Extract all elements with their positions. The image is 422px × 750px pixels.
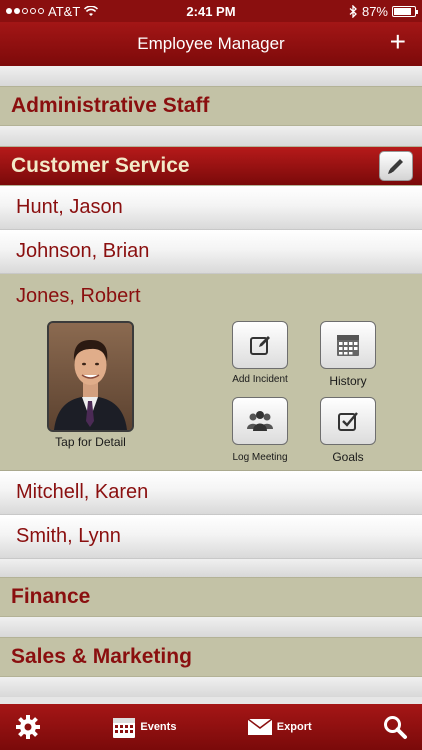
- log-meeting-button[interactable]: [232, 397, 288, 445]
- signal-icon: [6, 8, 44, 14]
- checkbox-icon: [338, 412, 358, 431]
- employee-name: Smith, Lynn: [16, 525, 121, 547]
- employee-name: Johnson, Brian: [16, 240, 150, 262]
- events-tab[interactable]: Events: [112, 715, 176, 739]
- export-label: Export: [276, 721, 312, 733]
- employee-name: Mitchell, Karen: [16, 481, 149, 503]
- section-label: Customer Service: [11, 154, 190, 177]
- employee-name: Hunt, Jason: [16, 196, 123, 218]
- employee-row-jones-robert[interactable]: Jones, Robert: [0, 274, 422, 318]
- add-incident-button[interactable]: [232, 321, 288, 369]
- battery-icon: [392, 5, 418, 17]
- employee-row-mitchell-karen[interactable]: Mitchell, Karen: [0, 471, 422, 515]
- gear-icon: [16, 715, 40, 739]
- employee-row-smith-lynn[interactable]: Smith, Lynn: [0, 515, 422, 559]
- bluetooth-icon: [349, 4, 357, 18]
- goals-label: Goals: [332, 450, 364, 464]
- section-customer-service[interactable]: Customer Service: [0, 146, 422, 186]
- log-meeting-label: Log Meeting: [232, 452, 288, 463]
- battery-percent: 87%: [361, 3, 388, 19]
- employee-detail-panel: Tap for Detail Add Incident History Log …: [0, 318, 422, 471]
- search-icon: [384, 716, 407, 739]
- carrier-label: AT&T: [48, 3, 81, 19]
- edit-section-button[interactable]: [379, 151, 413, 181]
- employee-list: Administrative Staff Customer Service Hu…: [0, 66, 422, 704]
- search-tab[interactable]: [382, 714, 408, 740]
- add-employee-button[interactable]: +: [390, 28, 406, 56]
- section-finance[interactable]: Finance: [0, 577, 422, 617]
- status-bar: AT&T 2:41 PM 87%: [0, 0, 422, 22]
- envelope-icon: [247, 718, 273, 735]
- section-sales-marketing[interactable]: Sales & Marketing: [0, 637, 422, 677]
- section-label: Finance: [11, 585, 91, 608]
- add-incident-label: Add Incident: [232, 374, 288, 385]
- people-icon: [247, 411, 273, 431]
- edit-icon: [250, 336, 270, 355]
- events-label: Events: [140, 721, 177, 733]
- section-label: Sales & Marketing: [11, 645, 192, 668]
- section-label: Administrative Staff: [11, 94, 210, 117]
- tap-for-detail-label: Tap for Detail: [55, 435, 126, 449]
- calendar-icon: [113, 718, 136, 738]
- employee-row-hunt-jason[interactable]: Hunt, Jason: [0, 186, 422, 230]
- export-tab[interactable]: Export: [247, 718, 312, 736]
- tab-bar: Events Export: [0, 704, 422, 750]
- portrait-image: [49, 323, 132, 430]
- employee-row-johnson-brian[interactable]: Johnson, Brian: [0, 230, 422, 274]
- page-title: Employee Manager: [137, 34, 285, 53]
- goals-button[interactable]: [320, 397, 376, 445]
- history-button[interactable]: [320, 321, 376, 369]
- pencil-icon: [388, 159, 403, 174]
- history-label: History: [329, 374, 367, 388]
- wifi-icon: [84, 5, 99, 16]
- settings-tab[interactable]: [14, 713, 42, 741]
- employee-name: Jones, Robert: [16, 284, 141, 307]
- employee-photo[interactable]: [47, 321, 134, 432]
- section-administrative-staff[interactable]: Administrative Staff: [0, 86, 422, 126]
- calendar-icon: [337, 335, 359, 356]
- nav-bar: Employee Manager +: [0, 22, 422, 66]
